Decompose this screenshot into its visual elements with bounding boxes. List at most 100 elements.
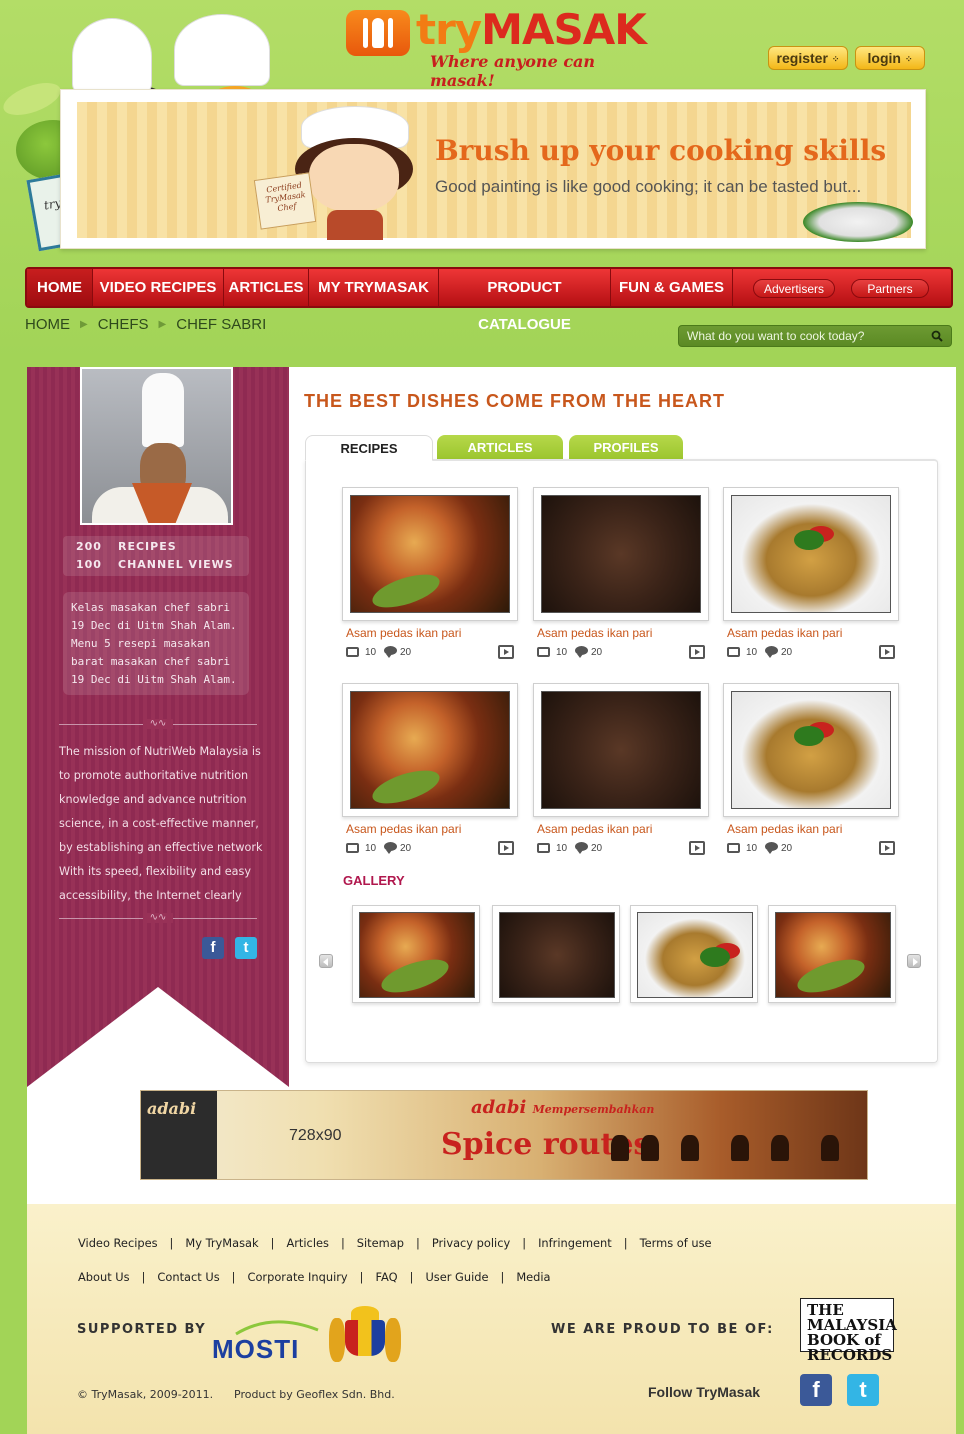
link-separator: | <box>409 1270 414 1284</box>
nav-video-recipes[interactable]: VIDEO RECIPES <box>93 269 224 306</box>
chef-hat-decoration <box>72 18 152 94</box>
breadcrumb-home[interactable]: HOME <box>25 316 70 333</box>
footer-link[interactable]: Infringement <box>538 1236 612 1250</box>
search-icon[interactable] <box>931 330 943 342</box>
facebook-icon[interactable]: f <box>202 937 224 959</box>
recipe-thumbnail-frame[interactable] <box>342 683 518 817</box>
nav-my-trymasak[interactable]: MY TRYMASAK <box>309 269 439 306</box>
footer-link[interactable]: User Guide <box>425 1270 488 1284</box>
recipe-card[interactable]: Asam pedas ikan pari 10 20 <box>723 487 899 663</box>
nav-product-catalogue[interactable]: PRODUCT CATALOGUE <box>439 269 611 333</box>
recipe-title[interactable]: Asam pedas ikan pari <box>537 626 652 640</box>
ornament-divider: ∿∿ <box>59 719 257 729</box>
gallery-image[interactable] <box>637 912 753 998</box>
comment-icon <box>575 842 588 854</box>
footer-link[interactable]: Terms of use <box>640 1236 712 1250</box>
comment-icon <box>575 646 588 658</box>
recipe-card[interactable]: Asam pedas ikan pari 10 20 <box>723 683 899 859</box>
recipe-image[interactable] <box>541 495 701 613</box>
nav-home[interactable]: HOME <box>27 269 93 306</box>
stat-recipes: 200 RECIPES <box>76 540 177 553</box>
recipe-card[interactable]: Asam pedas ikan pari 10 20 <box>342 487 518 663</box>
page-title: THE BEST DISHES COME FROM THE HEART <box>304 391 726 411</box>
recipe-comments: 20 <box>400 843 412 854</box>
facebook-icon[interactable]: f <box>800 1374 832 1406</box>
footer-link[interactable]: About Us <box>78 1270 130 1284</box>
tv-icon <box>346 843 359 853</box>
footer-link[interactable]: Articles <box>286 1236 328 1250</box>
advertisers-button[interactable]: Advertisers <box>753 279 835 298</box>
arrow-icon: ⁘ <box>831 54 840 64</box>
mosti-logo[interactable]: MOSTI <box>212 1316 319 1366</box>
partners-button[interactable]: Partners <box>851 279 929 298</box>
recipe-title[interactable]: Asam pedas ikan pari <box>346 822 461 836</box>
gallery-image[interactable] <box>775 912 891 998</box>
site-logo[interactable]: tryMASAK Where anyone can masak! <box>346 5 647 90</box>
banner-title: Brush up your cooking skills <box>435 134 887 167</box>
chef-profile-photo[interactable] <box>80 367 233 525</box>
footer-link[interactable]: Media <box>516 1270 550 1284</box>
recipe-title[interactable]: Asam pedas ikan pari <box>727 626 842 640</box>
recipe-comments: 20 <box>781 647 793 658</box>
recipe-image[interactable] <box>350 495 510 613</box>
gallery-thumbnail[interactable] <box>768 905 896 1003</box>
tab-recipes[interactable]: RECIPES <box>305 435 433 461</box>
twitter-icon[interactable]: t <box>847 1374 879 1406</box>
register-button[interactable]: register ⁘ <box>768 46 848 70</box>
comment-icon <box>765 842 778 854</box>
advertisement-banner[interactable]: adabi 728x90 adabi Mempersembahkan Spice… <box>140 1090 868 1180</box>
footer-link[interactable]: Contact Us <box>157 1270 219 1284</box>
footer-link[interactable]: Sitemap <box>357 1236 404 1250</box>
video-play-icon[interactable] <box>689 645 705 659</box>
login-button[interactable]: login ⁘ <box>855 46 925 70</box>
recipe-card[interactable]: Asam pedas ikan pari 10 20 <box>533 683 709 859</box>
footer-link[interactable]: Corporate Inquiry <box>247 1270 347 1284</box>
recipe-image[interactable] <box>541 691 701 809</box>
recipe-image[interactable] <box>350 691 510 809</box>
recipe-thumbnail-frame[interactable] <box>342 487 518 621</box>
recipe-title[interactable]: Asam pedas ikan pari <box>727 822 842 836</box>
utensils-icon <box>346 10 410 56</box>
gallery-prev-button[interactable] <box>319 954 333 968</box>
nav-articles[interactable]: ARTICLES <box>224 269 309 306</box>
gallery-image[interactable] <box>499 912 615 998</box>
video-play-icon[interactable] <box>689 841 705 855</box>
recipe-thumbnail-frame[interactable] <box>723 683 899 817</box>
breadcrumb-chefs[interactable]: CHEFS <box>98 316 149 333</box>
nav-fun-games[interactable]: FUN & GAMES <box>611 269 733 306</box>
tab-profiles[interactable]: PROFILES <box>569 435 683 461</box>
search-input[interactable] <box>687 328 917 344</box>
malaysia-crest-logo[interactable] <box>329 1306 403 1368</box>
recipe-title[interactable]: Asam pedas ikan pari <box>346 626 461 640</box>
recipe-thumbnail-frame[interactable] <box>533 683 709 817</box>
gallery-image[interactable] <box>359 912 475 998</box>
recipe-image[interactable] <box>731 495 891 613</box>
video-play-icon[interactable] <box>498 645 514 659</box>
recipe-title[interactable]: Asam pedas ikan pari <box>537 822 652 836</box>
hero-banner[interactable]: Certified TryMasak Chef Brush up your co… <box>60 89 926 249</box>
gallery-thumbnail[interactable] <box>630 905 758 1003</box>
gallery-thumbnail[interactable] <box>352 905 480 1003</box>
banner-background <box>77 102 911 238</box>
malaysia-book-of-records-logo[interactable]: THE MALAYSIA BOOK of RECORDS <box>800 1298 897 1363</box>
recipe-views: 10 <box>746 647 758 658</box>
footer-links-row2: About Us | Contact Us | Corporate Inquiry | FA… <box>78 1270 551 1284</box>
recipe-thumbnail-frame[interactable] <box>723 487 899 621</box>
supported-by-label: SUPPORTED BY <box>77 1322 207 1337</box>
video-play-icon[interactable] <box>498 841 514 855</box>
tab-articles[interactable]: ARTICLES <box>437 435 563 461</box>
gallery-thumbnail[interactable] <box>492 905 620 1003</box>
footer-link[interactable]: Video Recipes <box>78 1236 158 1250</box>
footer-link[interactable]: Privacy policy <box>432 1236 510 1250</box>
recipe-thumbnail-frame[interactable] <box>533 487 709 621</box>
gallery-next-button[interactable] <box>907 954 921 968</box>
recipe-card[interactable]: Asam pedas ikan pari 10 20 <box>342 683 518 859</box>
video-play-icon[interactable] <box>879 841 895 855</box>
recipe-card[interactable]: Asam pedas ikan pari 10 20 <box>533 487 709 663</box>
footer-link[interactable]: FAQ <box>376 1270 398 1284</box>
footer-link[interactable]: My TryMasak <box>185 1236 258 1250</box>
twitter-icon[interactable]: t <box>235 937 257 959</box>
recipe-comments: 20 <box>400 647 412 658</box>
recipe-image[interactable] <box>731 691 891 809</box>
video-play-icon[interactable] <box>879 645 895 659</box>
